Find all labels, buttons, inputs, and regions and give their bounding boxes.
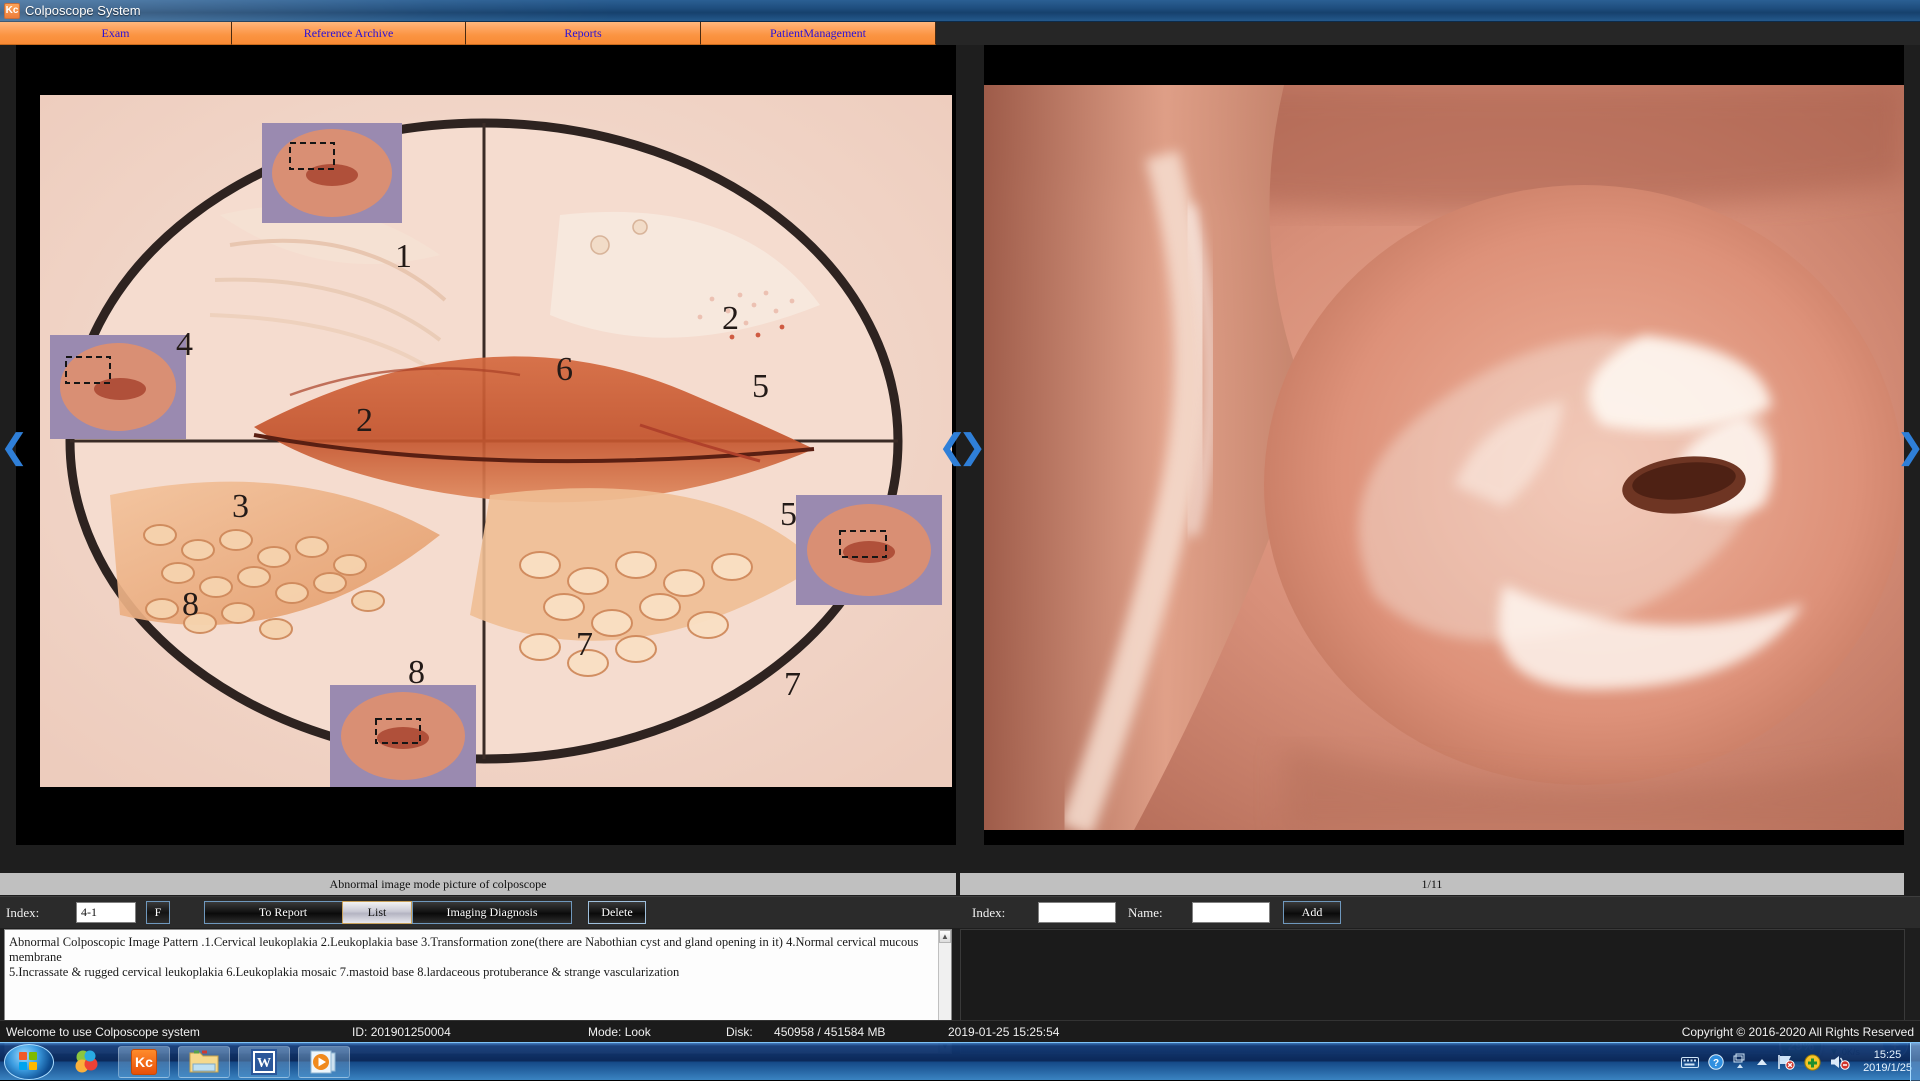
status-id-label: ID: bbox=[352, 1025, 367, 1039]
windows-logo-icon bbox=[19, 1052, 39, 1072]
svg-text:6: 6 bbox=[556, 351, 573, 388]
tab-reports[interactable]: Reports bbox=[466, 22, 701, 45]
svg-text:2: 2 bbox=[356, 402, 373, 439]
f-button[interactable]: F bbox=[146, 901, 170, 924]
svg-text:8: 8 bbox=[182, 586, 199, 623]
taskbar-clock[interactable]: 15:25 2019/1/25 bbox=[1863, 1049, 1912, 1075]
live-cervix-photo[interactable] bbox=[984, 85, 1904, 830]
to-report-button[interactable]: To Report bbox=[204, 901, 362, 924]
clock-time: 15:25 bbox=[1863, 1049, 1912, 1062]
left-image-panel: 1 2 3 4 5 5 6 7 7 8 8 2 bbox=[16, 45, 956, 845]
svg-text:4: 4 bbox=[176, 326, 193, 363]
status-disk: Disk: 450958 / 451584 MB bbox=[726, 1025, 885, 1039]
prev-image-right-arrow[interactable]: ❯ bbox=[958, 430, 987, 464]
next-image-outer-arrow[interactable]: ❯ bbox=[1896, 430, 1920, 464]
network-icon[interactable] bbox=[1777, 1054, 1795, 1070]
keyboard-icon[interactable] bbox=[1681, 1055, 1699, 1069]
taskbar-item-explorer[interactable] bbox=[178, 1046, 230, 1078]
right-pager-text: 1/11 bbox=[1422, 877, 1443, 892]
clock-date: 2019/1/25 bbox=[1863, 1062, 1912, 1075]
description-line-1: Abnormal Colposcopic Image Pattern .1.Ce… bbox=[9, 935, 943, 965]
main-tabbar: Exam Reference Archive Reports PatientMa… bbox=[0, 22, 1920, 45]
status-datetime: 2019-01-25 15:25:54 bbox=[948, 1025, 1059, 1039]
show-hidden-icons-icon[interactable] bbox=[1733, 1053, 1747, 1071]
status-bar: Welcome to use Colposcope system ID: 201… bbox=[0, 1020, 1920, 1042]
status-disk-label: Disk: bbox=[726, 1025, 753, 1039]
taskbar-item-word[interactable]: W bbox=[238, 1046, 290, 1078]
left-caption-text: Abnormal image mode picture of colposcop… bbox=[330, 877, 547, 892]
svg-text:5: 5 bbox=[780, 496, 797, 533]
chevron-up-icon[interactable] bbox=[1756, 1057, 1768, 1067]
colposcope-app-icon: Kc bbox=[131, 1049, 157, 1075]
right-image-pager: 1/11 bbox=[960, 873, 1904, 895]
abnormal-colposcopy-diagram: 1 2 3 4 5 5 6 7 7 8 8 2 bbox=[40, 95, 952, 787]
main-workarea: 1 2 3 4 5 5 6 7 7 8 8 2 bbox=[0, 45, 1920, 1020]
windows-taskbar: Kc W ? bbox=[0, 1042, 1920, 1080]
svg-text:7: 7 bbox=[576, 626, 593, 663]
tab-patient-management[interactable]: PatientManagement bbox=[701, 22, 936, 45]
volume-muted-icon[interactable] bbox=[1830, 1054, 1850, 1070]
right-index-input[interactable] bbox=[1038, 902, 1116, 923]
left-image-caption: Abnormal image mode picture of colposcop… bbox=[0, 873, 956, 895]
imaging-diagnosis-button[interactable]: Imaging Diagnosis bbox=[412, 901, 572, 924]
add-button[interactable]: Add bbox=[1283, 901, 1341, 924]
security-icon[interactable] bbox=[1804, 1054, 1821, 1071]
status-mode-label: Mode: bbox=[588, 1025, 621, 1039]
status-disk-value: 450958 / 451584 MB bbox=[774, 1025, 885, 1039]
controls-toolbar: Index: F To Report List Imaging Diagnosi… bbox=[0, 896, 1920, 928]
tab-exam[interactable]: Exam bbox=[0, 22, 232, 45]
status-copyright: Copyright © 2016-2020 All Rights Reserve… bbox=[1682, 1025, 1914, 1039]
right-name-input[interactable] bbox=[1192, 902, 1270, 923]
right-image-panel bbox=[984, 45, 1904, 845]
left-index-label: Index: bbox=[6, 905, 39, 921]
right-index-label: Index: bbox=[972, 905, 1005, 921]
tab-reference-archive[interactable]: Reference Archive bbox=[232, 22, 466, 45]
taskbar-item-colposcope[interactable]: Kc bbox=[118, 1046, 170, 1078]
word-icon: W bbox=[251, 1049, 277, 1075]
svg-text:7: 7 bbox=[784, 666, 801, 703]
list-button[interactable]: List bbox=[342, 901, 412, 924]
window-title: Colposcope System bbox=[25, 3, 141, 18]
delete-button[interactable]: Delete bbox=[588, 901, 646, 924]
app-icon: Kc bbox=[4, 3, 20, 19]
reference-illustration[interactable]: 1 2 3 4 5 5 6 7 7 8 8 2 bbox=[40, 95, 952, 787]
status-mode: Mode: Look bbox=[588, 1025, 651, 1039]
description-line-2: 5.Incrassate & rugged cervical leukoplak… bbox=[9, 965, 943, 980]
help-icon[interactable]: ? bbox=[1708, 1054, 1724, 1070]
svg-text:3: 3 bbox=[232, 488, 249, 525]
system-tray: ? 15:25 2019/1/25 bbox=[1681, 1043, 1920, 1081]
status-patient-id: ID: 201901250004 bbox=[352, 1025, 451, 1039]
status-id-value: 201901250004 bbox=[371, 1025, 451, 1039]
taskbar-item-media-center[interactable] bbox=[60, 1046, 112, 1078]
prev-image-outer-arrow[interactable]: ❮ bbox=[0, 430, 29, 464]
status-mode-value: Look bbox=[625, 1025, 651, 1039]
svg-text:2: 2 bbox=[722, 300, 739, 337]
svg-text:5: 5 bbox=[752, 368, 769, 405]
scroll-up-icon[interactable]: ▲ bbox=[939, 930, 951, 943]
folder-icon bbox=[189, 1049, 219, 1075]
status-welcome: Welcome to use Colposcope system bbox=[6, 1025, 200, 1039]
media-center-icon bbox=[72, 1048, 100, 1076]
media-player-icon bbox=[310, 1049, 338, 1075]
svg-text:?: ? bbox=[1713, 1058, 1719, 1069]
taskbar-item-player[interactable] bbox=[298, 1046, 350, 1078]
svg-text:8: 8 bbox=[408, 654, 425, 691]
window-titlebar: Kc Colposcope System bbox=[0, 0, 1920, 22]
svg-text:W: W bbox=[257, 1056, 271, 1071]
svg-text:1: 1 bbox=[395, 238, 412, 275]
right-name-label: Name: bbox=[1128, 905, 1163, 921]
show-desktop-button[interactable] bbox=[1910, 1043, 1920, 1081]
cervix-photograph bbox=[984, 85, 1904, 830]
start-button[interactable] bbox=[4, 1044, 54, 1080]
left-index-input[interactable] bbox=[76, 902, 136, 923]
